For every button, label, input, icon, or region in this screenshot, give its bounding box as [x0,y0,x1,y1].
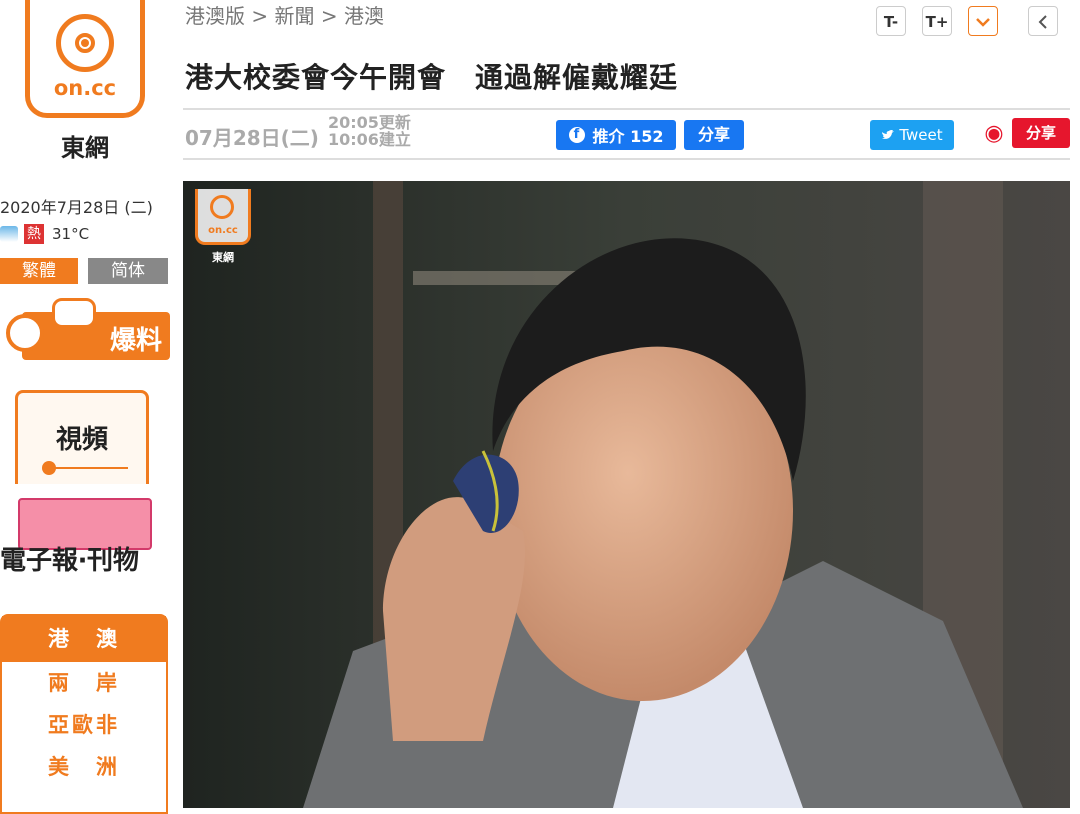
watermark-ring-icon [210,195,234,219]
facebook-icon: f [568,127,585,143]
logo-site-name: 東網 [61,134,109,162]
twitter-bird-icon [882,130,895,139]
weibo-share-label: 分享 [1012,118,1070,148]
facebook-share-button[interactable]: 分享 [684,120,744,150]
updated-time: 20:05更新 [328,113,411,132]
weibo-share-button[interactable]: ◉ 分享 [978,116,1070,150]
tweet-button[interactable]: Tweet [870,120,954,150]
speech-bubble-icon [52,298,96,328]
temperature: 31°C [52,225,90,243]
region-americas[interactable]: 美 洲 [2,746,166,788]
chevron-left-icon [1038,15,1047,29]
font-larger-button[interactable]: T+ [922,6,952,36]
news-tip-label: 爆料 [109,326,162,356]
play-icon [42,461,56,475]
watermark-logo-text: on.cc [208,225,238,236]
news-tip-button[interactable]: 爆料 [0,298,170,362]
watermark-site-name: 東網 [212,251,234,264]
article-photo[interactable]: on.cc 東網 [183,181,1070,808]
breadcrumb[interactable]: 港澳版 > 新聞 > 港澳 [185,0,384,29]
facebook-like-button[interactable]: f 推介 152 [556,120,676,150]
video-section-link[interactable]: 視頻 [15,390,149,484]
photo-watermark: on.cc 東網 [195,189,255,269]
traditional-chinese-button[interactable]: 繁體 [0,258,78,284]
chevron-down-icon [976,18,990,27]
person-icon [6,314,44,352]
article-date: 07月28日(二) [185,126,319,150]
oncc-logo[interactable]: on.cc [25,0,145,118]
facebook-like-label: 推介 152 [592,127,664,146]
logo-text: on.cc [53,76,117,100]
article-times: 20:05更新 10:06建立 [328,114,411,148]
current-date: 2020年7月28日 (二) [0,198,153,217]
back-button[interactable] [1028,6,1058,36]
video-progress-line [52,467,128,469]
epaper-label: 電子報‧刊物 [0,546,140,576]
logo-ring-icon [56,14,114,72]
tweet-label: Tweet [899,126,943,144]
region-nav: 港 澳 兩 岸 亞歐非 美 洲 [0,614,168,814]
photo-illustration [183,181,1070,808]
divider [183,108,1070,110]
divider [183,158,1070,160]
weather-widget: 熱 31°C [0,224,89,244]
weather-icon [0,226,18,242]
article-title: 港大校委會今午開會 通過解僱戴耀廷 [185,61,679,94]
font-smaller-button[interactable]: T- [876,6,906,36]
created-time: 10:06建立 [328,130,411,149]
region-cross-strait[interactable]: 兩 岸 [2,662,166,704]
dropdown-button[interactable] [968,6,998,36]
weibo-icon: ◉ [984,121,1004,146]
simplified-chinese-button[interactable]: 简体 [88,258,168,284]
video-label: 視頻 [55,425,108,455]
epaper-link[interactable]: 電子報‧刊物 [0,498,170,582]
hot-weather-badge: 熱 [24,224,44,244]
region-hk-macau[interactable]: 港 澳 [2,616,166,662]
region-asia-europe-africa[interactable]: 亞歐非 [2,704,166,746]
